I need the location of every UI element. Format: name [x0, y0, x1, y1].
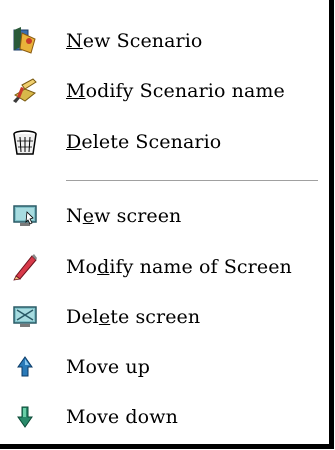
delete-screen-icon: [10, 302, 40, 332]
pencil-icon: [10, 252, 40, 282]
menu-item-label: New Scenario: [66, 30, 203, 52]
arrow-down-icon: [10, 402, 40, 432]
new-scenario-icon: [10, 26, 40, 56]
menu-item-new-screen[interactable]: New screen: [0, 197, 324, 235]
menu-item-label: Move up: [66, 356, 151, 378]
menu-item-modify-scenario-name[interactable]: Modify Scenario name: [0, 72, 324, 110]
menu-item-label: Delete Scenario: [66, 131, 222, 153]
context-menu: New Scenario Modify Scenario name Delete…: [0, 0, 334, 449]
menu-item-label: Delete screen: [66, 306, 201, 328]
menu-item-new-scenario[interactable]: New Scenario: [0, 22, 324, 60]
menu-item-label: Modify Scenario name: [66, 80, 285, 102]
menu-item-delete-screen[interactable]: Delete screen: [0, 298, 324, 336]
menu-item-move-down[interactable]: Move down: [0, 398, 324, 436]
menu-item-label: Move down: [66, 406, 178, 428]
modify-scenario-icon: [10, 76, 40, 106]
arrow-up-icon: [10, 352, 40, 382]
new-screen-icon: [10, 201, 40, 231]
menu-item-delete-scenario[interactable]: Delete Scenario: [0, 123, 324, 161]
menu-item-label: Modify name of Screen: [66, 256, 292, 278]
menu-item-move-up[interactable]: Move up: [0, 348, 324, 386]
menu-item-label: New screen: [66, 205, 182, 227]
menu-item-modify-name-of-screen[interactable]: Modify name of Screen: [0, 248, 324, 286]
menu-separator: [66, 180, 318, 182]
delete-scenario-icon: [10, 127, 40, 157]
